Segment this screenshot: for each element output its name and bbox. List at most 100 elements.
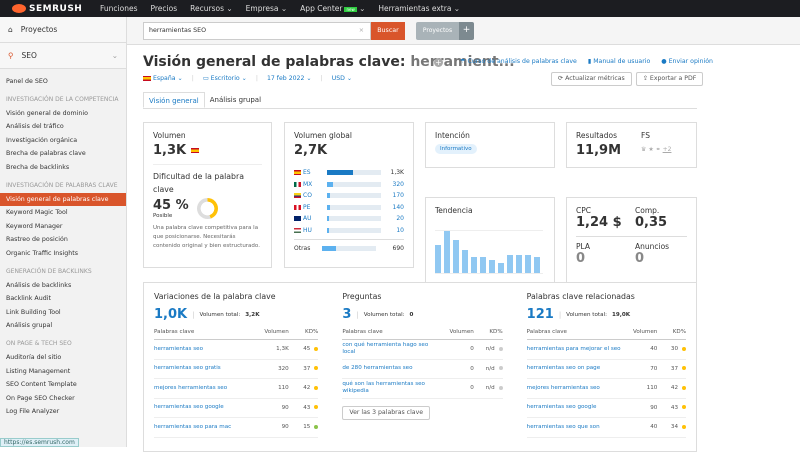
keyword-count[interactable]: 121	[527, 307, 554, 322]
kd-donut	[196, 198, 218, 219]
sidebar-item[interactable]: Rastreo de posición	[0, 233, 126, 247]
sidebar-item[interactable]: Brecha de backlinks	[0, 161, 126, 175]
sidebar-item[interactable]: Keyword Manager	[0, 220, 126, 234]
keyword-link[interactable]: herramientas seo que son	[526, 417, 626, 438]
trend-bar	[462, 250, 468, 273]
sidebar-item[interactable]: Auditoría del sitio	[0, 351, 126, 365]
sidebar-item[interactable]: Log File Analyzer	[0, 405, 126, 419]
volume-bar	[327, 170, 381, 176]
country-code[interactable]: CO	[294, 192, 322, 199]
sidebar-item[interactable]: SEO Content Template	[0, 378, 126, 392]
kd-dot-icon	[682, 424, 687, 429]
country-volume: 1,3K	[390, 169, 404, 177]
keyword-link[interactable]: herramientas seo google	[154, 398, 256, 418]
keyword-link[interactable]: herramientas seo	[154, 339, 256, 360]
keyword-count[interactable]: 3	[342, 307, 351, 322]
sidebar-item[interactable]: Análisis grupal	[0, 319, 126, 333]
nav-item[interactable]: Funciones	[100, 4, 137, 13]
table-row: con qué herramienta hago seo local 0 n/d	[342, 339, 503, 360]
country-select[interactable]: España ⌄	[143, 75, 183, 82]
add-project-button[interactable]: +	[459, 22, 474, 40]
kd-dot-icon	[498, 385, 503, 390]
sidebar-item[interactable]: Link Building Tool	[0, 306, 126, 320]
trend-bar	[507, 255, 513, 273]
kd-dot-icon	[314, 366, 319, 371]
nav-item[interactable]: Recursos ⌄	[190, 4, 233, 13]
sidebar-seo[interactable]: ⚲ SEO ⌄	[0, 43, 126, 69]
intent-badge: Informativo	[435, 144, 477, 154]
sidebar-item[interactable]: Organic Traffic Insights	[0, 247, 126, 261]
sidebar-item[interactable]: Keyword Magic Tool	[0, 206, 126, 220]
sidebar-projects[interactable]: ⌂ Proyectos	[0, 17, 126, 43]
currency-select[interactable]: USD ⌄	[332, 75, 352, 82]
keyword-link[interactable]: mejores herramientas seo	[154, 378, 256, 399]
table-row: herramientas seo que son 40 34	[526, 417, 687, 438]
keyword-link[interactable]: herramientas para mejorar el seo	[526, 339, 626, 360]
add-icon[interactable]: +	[434, 58, 443, 67]
keyword-link[interactable]: mejores herramientas seo	[526, 378, 626, 399]
top-nav: SEMRUSH Funciones Precios Recursos ⌄ Empres…	[0, 0, 800, 17]
sidebar-item[interactable]: Análisis del tráfico	[0, 120, 126, 134]
country-code[interactable]: AU	[294, 215, 322, 222]
date-select[interactable]: 17 feb 2022 ⌄	[267, 75, 312, 82]
country-code[interactable]: PE	[294, 204, 322, 211]
section-title: Preguntas	[342, 292, 382, 301]
search-input[interactable]: herramientas SEO ×	[143, 22, 371, 40]
update-metrics-button[interactable]: ⟳ Actualizar métricas	[551, 72, 632, 86]
table-row: mejores herramientas seo 110 42	[526, 378, 687, 399]
section-title: Palabras clave relacionadas	[526, 292, 635, 301]
tab-overview[interactable]: Visión general	[143, 92, 205, 108]
volume-bar	[327, 216, 381, 222]
view-all-button[interactable]: Ver las 3 palabras clave	[342, 405, 431, 420]
keyword-link[interactable]: herramientas seo on page	[526, 359, 626, 379]
feedback-link[interactable]: ● Enviar opinión	[661, 58, 713, 65]
search-button[interactable]: Buscar	[371, 22, 405, 40]
flag-icon	[294, 170, 301, 176]
keyword-link[interactable]: qué son las herramientas seo wikipedia	[342, 378, 442, 399]
keyword-link[interactable]: herramientas seo para mac	[154, 417, 256, 438]
table-row: herramientas seo google 90 43	[154, 398, 319, 418]
sidebar-item[interactable]: Listing Management	[0, 365, 126, 379]
country-row: PE 140	[294, 202, 404, 214]
keyword-count[interactable]: 1,0K	[154, 307, 187, 322]
clear-icon[interactable]: ×	[359, 23, 364, 39]
sidebar-item-panel[interactable]: Panel de SEO	[0, 75, 126, 89]
sidebar-item[interactable]: Visión general de dominio	[0, 107, 126, 121]
sidebar-item[interactable]: Brecha de palabras clave	[0, 147, 126, 161]
nav-item[interactable]: App Center new ⌄	[300, 4, 365, 13]
sidebar-item[interactable]: Análisis de backlinks	[0, 279, 126, 293]
projects-button[interactable]: Proyectos	[416, 22, 459, 40]
country-volume: 320	[392, 180, 404, 188]
sidebar-item[interactable]: Backlink Audit	[0, 292, 126, 306]
keyword-link[interactable]: herramientas seo google	[526, 398, 626, 418]
device-select[interactable]: ▭ Escritorio ⌄	[203, 75, 247, 82]
sidebar-item[interactable]: Visión general de palabras clave	[0, 192, 126, 207]
course-link[interactable]: ☂ Curso de análisis de palabras clave	[460, 58, 577, 65]
status-url: https://es.semrush.com	[0, 438, 79, 447]
trend-bar	[498, 262, 504, 273]
country-code[interactable]: MX	[294, 181, 322, 188]
keyword-link[interactable]: de 280 herramientas seo	[342, 359, 442, 379]
sidebar-item[interactable]: Investigación orgánica	[0, 134, 126, 148]
keyword-link[interactable]: con qué herramienta hago seo local	[342, 339, 442, 360]
keyword-link[interactable]: herramientas seo gratis	[154, 359, 256, 379]
nav-item[interactable]: Herramientas extra ⌄	[378, 4, 460, 13]
nav-item[interactable]: Precios	[150, 4, 177, 13]
sidebar-item[interactable]: On Page SEO Checker	[0, 392, 126, 406]
volume-card: Volumen 1,3K Dificultad de la palabra cl…	[143, 122, 272, 268]
country-code[interactable]: ES	[294, 169, 322, 176]
export-pdf-button[interactable]: ⇪ Exportar a PDF	[635, 72, 704, 86]
table-row: mejores herramientas seo 110 42	[154, 378, 319, 399]
trend-bar	[480, 257, 486, 273]
new-badge: new	[344, 7, 357, 12]
volume-bar	[327, 193, 381, 199]
questions-section: Preguntas 3 | Volumen total: 0 Palabras clav…	[328, 283, 512, 438]
page-title: Visión general de palabras clave: herram…	[143, 54, 515, 70]
country-code[interactable]: HU	[294, 227, 322, 234]
nav-item[interactable]: Empresa ⌄	[246, 4, 288, 13]
sidebar-heading: GENERACIÓN DE BACKLINKS	[6, 267, 92, 275]
semrush-logo[interactable]: SEMRUSH	[0, 4, 100, 14]
tab-group-analysis[interactable]: Análisis grupal	[205, 92, 266, 108]
trend-bar	[453, 239, 459, 273]
manual-link[interactable]: ▮ Manual de usuario	[588, 58, 650, 65]
